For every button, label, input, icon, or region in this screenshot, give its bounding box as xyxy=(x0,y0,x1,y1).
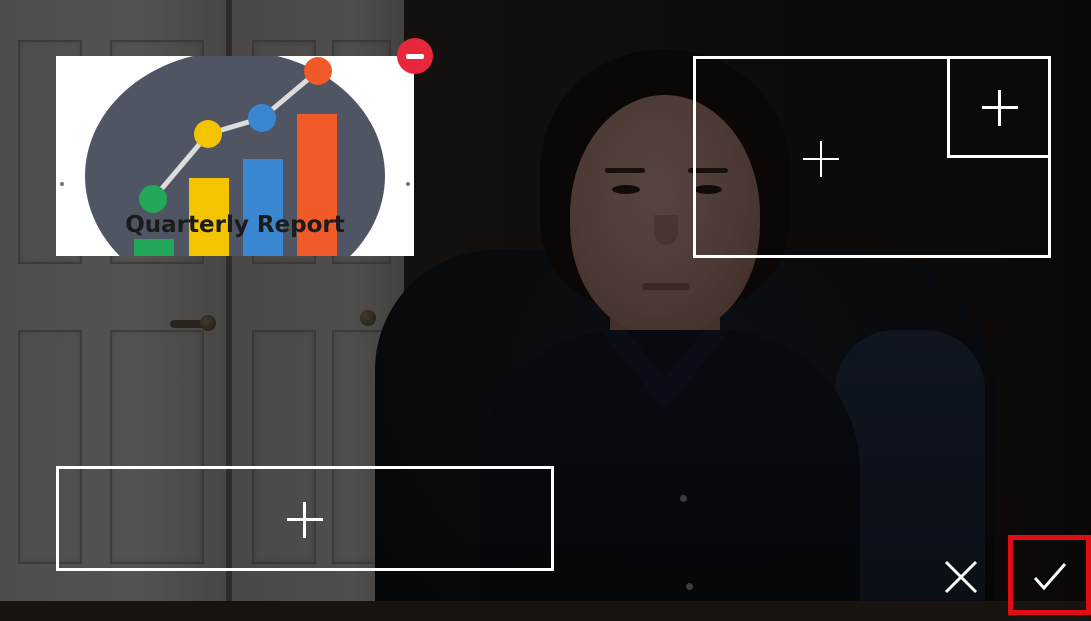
plus-icon xyxy=(287,502,323,538)
chart-bar-blue xyxy=(243,159,283,256)
overlay-image[interactable]: Quarterly Report xyxy=(56,56,414,256)
resize-handle-left[interactable] xyxy=(60,182,64,186)
close-icon xyxy=(944,560,978,594)
remove-overlay-button[interactable] xyxy=(397,38,433,74)
overlay-slot-bottom-banner[interactable] xyxy=(56,466,554,571)
check-icon xyxy=(1033,563,1067,591)
camera-preview: Quarterly Report xyxy=(0,0,1091,621)
minus-circle-icon xyxy=(406,53,424,59)
plus-icon xyxy=(803,141,839,177)
confirm-button[interactable] xyxy=(1008,535,1091,615)
plus-icon xyxy=(982,90,1018,126)
resize-handle-right[interactable] xyxy=(406,182,410,186)
overlay-image-title: Quarterly Report xyxy=(125,212,345,238)
chart-bar-green xyxy=(134,239,174,256)
overlay-slot-corner[interactable] xyxy=(947,56,1051,158)
cancel-button[interactable] xyxy=(940,556,982,598)
